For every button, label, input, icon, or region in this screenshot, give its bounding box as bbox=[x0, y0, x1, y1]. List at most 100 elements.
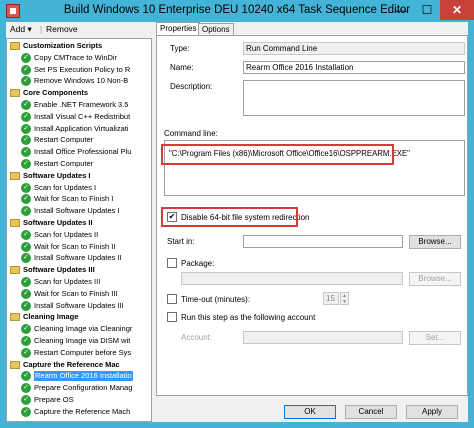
ok-button[interactable]: OK bbox=[284, 405, 336, 419]
check-icon: ✓ bbox=[21, 324, 31, 335]
folder-icon bbox=[10, 313, 20, 322]
tree-item-label: Scan for Updates III bbox=[34, 277, 101, 286]
check-icon: ✓ bbox=[21, 229, 31, 240]
tree-item-label: Scan for Updates II bbox=[34, 229, 99, 239]
tree-item-label: Wait for Scan to Finish II bbox=[34, 241, 116, 251]
check-icon: ✓ bbox=[21, 241, 31, 252]
timeout-checkbox[interactable] bbox=[167, 294, 177, 304]
tree-item-label: Cleaning Image bbox=[23, 312, 79, 322]
tree-item-label: Install Application Virtualizati bbox=[34, 123, 129, 133]
tree-item-label: Install Software Updates II bbox=[34, 253, 122, 263]
tree-item-label: Capture the Reference Mach bbox=[34, 406, 131, 416]
package-field bbox=[181, 272, 403, 285]
title-bar[interactable]: Build Windows 10 Enterprise DEU 10240 x6… bbox=[0, 0, 474, 22]
check-icon: ✓ bbox=[21, 277, 31, 287]
task-sequence-tree[interactable]: Customization Scripts ✓ Copy CMTrace to Wi… bbox=[6, 38, 152, 422]
folder-icon bbox=[10, 89, 20, 98]
timeout-label: Time-out (minutes): bbox=[181, 295, 251, 304]
tree-item-label: Enable .NET Framework 3.5 bbox=[34, 100, 129, 109]
tree-item-label: Core Components bbox=[23, 88, 89, 98]
tree-item-label: Restart Computer before Sys bbox=[34, 347, 132, 357]
run-as-label: Run this step as the following account bbox=[181, 313, 316, 322]
tree-item-label: Software Updates I bbox=[23, 170, 91, 180]
command-line-label: Command line: bbox=[164, 129, 218, 138]
account-field bbox=[243, 331, 403, 344]
timeout-spinner: ▲ ▼ bbox=[340, 292, 349, 305]
name-label: Name: bbox=[170, 63, 194, 72]
tab-strip: Properties Options bbox=[156, 22, 468, 36]
tree-item-label: Software Updates III bbox=[23, 265, 95, 275]
tree-item-label: Cleaning Image via DISM wit bbox=[34, 336, 131, 345]
tab-properties[interactable]: Properties bbox=[156, 22, 201, 36]
check-icon: ✓ bbox=[21, 147, 31, 158]
description-label: Description: bbox=[170, 82, 213, 91]
tree-toolbar: Add ▾ Remove bbox=[6, 22, 152, 38]
check-icon: ✓ bbox=[21, 253, 31, 264]
type-field: Run Command Line bbox=[243, 42, 465, 55]
check-icon: ✓ bbox=[21, 135, 31, 146]
tree-item-label: Install Office Professional Plu bbox=[34, 147, 132, 157]
tree-item-label: Capture the Reference Mac bbox=[23, 359, 120, 369]
check-icon: ✓ bbox=[21, 206, 31, 217]
folder-icon bbox=[10, 42, 20, 50]
folder-icon bbox=[10, 171, 20, 180]
check-icon: ✓ bbox=[21, 395, 31, 405]
check-icon: ✓ bbox=[21, 288, 31, 299]
check-icon: ✓ bbox=[21, 182, 31, 193]
tree-item-label: Install Software Updates I bbox=[34, 206, 120, 216]
start-in-field[interactable] bbox=[243, 235, 403, 248]
check-icon: ✓ bbox=[21, 406, 31, 417]
tree-item-label: Prepare Configuration Manag bbox=[34, 383, 133, 393]
browse-start-in-button[interactable]: Browse... bbox=[409, 235, 461, 249]
package-checkbox[interactable] bbox=[167, 258, 177, 268]
check-icon: ✓ bbox=[21, 194, 31, 205]
type-label: Type: bbox=[170, 44, 190, 53]
folder-icon bbox=[10, 360, 20, 369]
check-icon: ✓ bbox=[21, 123, 31, 134]
remove-button[interactable]: Remove bbox=[40, 24, 78, 34]
tree-item-label: Install Software Updates III bbox=[34, 300, 124, 310]
apply-button[interactable]: Apply bbox=[406, 405, 458, 419]
package-label: Package: bbox=[181, 259, 215, 268]
properties-panel: Type: Run Command Line Name: Rearm Offic… bbox=[156, 35, 468, 396]
check-icon: ✓ bbox=[21, 52, 31, 63]
check-icon: ✓ bbox=[21, 159, 31, 169]
task-sequence-editor-window: Build Windows 10 Enterprise DEU 10240 x6… bbox=[0, 0, 474, 428]
start-in-label: Start in: bbox=[167, 237, 195, 246]
minimize-button[interactable]: — bbox=[388, 0, 414, 20]
check-icon: ✓ bbox=[21, 76, 31, 87]
check-icon: ✓ bbox=[21, 111, 31, 122]
check-icon: ✓ bbox=[21, 300, 31, 311]
tree-item-label: Software Updates II bbox=[23, 218, 93, 227]
check-icon: ✓ bbox=[21, 100, 31, 110]
timeout-field: 15 bbox=[323, 292, 339, 305]
cancel-button[interactable]: Cancel bbox=[345, 405, 397, 419]
tree-item-label: Prepare OS bbox=[34, 395, 74, 404]
tree-item-label: Restart Computer bbox=[34, 159, 94, 168]
set-account-button: Set... bbox=[409, 331, 461, 345]
tree-item-label: Scan for Updates I bbox=[34, 182, 97, 192]
add-menu-button[interactable]: Add ▾ bbox=[10, 24, 32, 35]
browse-package-button: Browse... bbox=[409, 272, 461, 286]
folder-icon bbox=[10, 266, 20, 275]
check-icon: ✓ bbox=[21, 383, 31, 394]
close-button[interactable]: ✕ bbox=[440, 0, 474, 20]
tree-item-label: Customization Scripts bbox=[23, 41, 103, 50]
tree-item-label: Restart Computer bbox=[34, 135, 94, 145]
maximize-button[interactable]: ☐ bbox=[414, 0, 440, 20]
command-line-highlight bbox=[161, 144, 394, 165]
account-label: Account: bbox=[181, 333, 213, 342]
tree-item-label: Set PS Execution Policy to R bbox=[34, 64, 131, 74]
check-icon: ✓ bbox=[21, 336, 31, 346]
tree-item-label: Cleaning Image via Cleaningr bbox=[34, 324, 133, 334]
run-as-checkbox[interactable] bbox=[167, 312, 177, 322]
tree-item-label: Remove Windows 10 Non-B bbox=[34, 76, 129, 86]
tree-item-label: Wait for Scan to Finish I bbox=[34, 194, 114, 204]
check-icon: ✓ bbox=[21, 371, 31, 382]
tree-item-label: Wait for Scan to Finish III bbox=[34, 288, 118, 298]
tree-item-label: Rearm Office 2016 Installatio bbox=[34, 371, 133, 382]
check-icon: ✓ bbox=[21, 64, 31, 75]
redirection-highlight bbox=[161, 207, 298, 227]
name-field[interactable]: Rearm Office 2016 Installation bbox=[243, 61, 465, 74]
description-field[interactable] bbox=[243, 80, 465, 116]
